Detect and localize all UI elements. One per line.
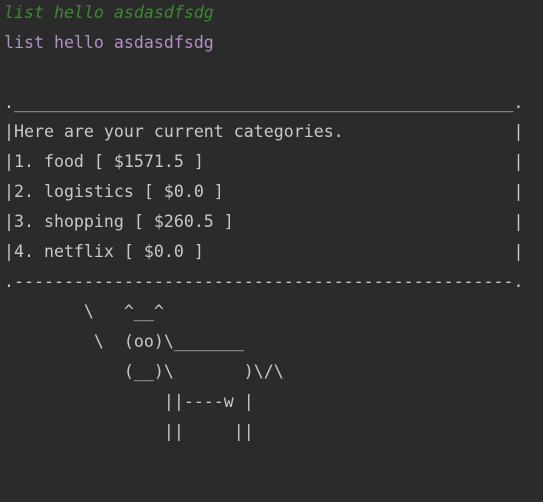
cow-art-line-4: ||----w | — [4, 392, 254, 411]
category-line-logistics: |2. logistics [ $0.0 ] | — [4, 182, 524, 201]
cow-art-line-2: \ (oo)\_______ — [4, 332, 244, 351]
category-line-shopping: |3. shopping [ $260.5 ] | — [4, 212, 524, 231]
terminal-window[interactable]: list hello asdasdfsdg list hello asdasdf… — [0, 0, 543, 502]
box-bottom-border: .---------------------------------------… — [4, 272, 524, 291]
categories-header-line: |Here are your current categories. | — [4, 122, 524, 141]
category-line-food: |1. food [ $1571.5 ] | — [4, 152, 524, 171]
category-line-netflix: |4. netflix [ $0.0 ] | — [4, 242, 524, 261]
cow-art-line-1: \ ^__^ — [4, 302, 164, 321]
user-command-line: list hello asdasdfsdg — [4, 33, 214, 52]
input-echo-line: list hello asdasdfsdg — [4, 3, 214, 22]
cow-art-line-3: (__)\ )\/\ — [4, 362, 284, 381]
cow-art-line-5: || || — [4, 422, 254, 441]
box-top-border: ._______________________________________… — [4, 93, 524, 112]
